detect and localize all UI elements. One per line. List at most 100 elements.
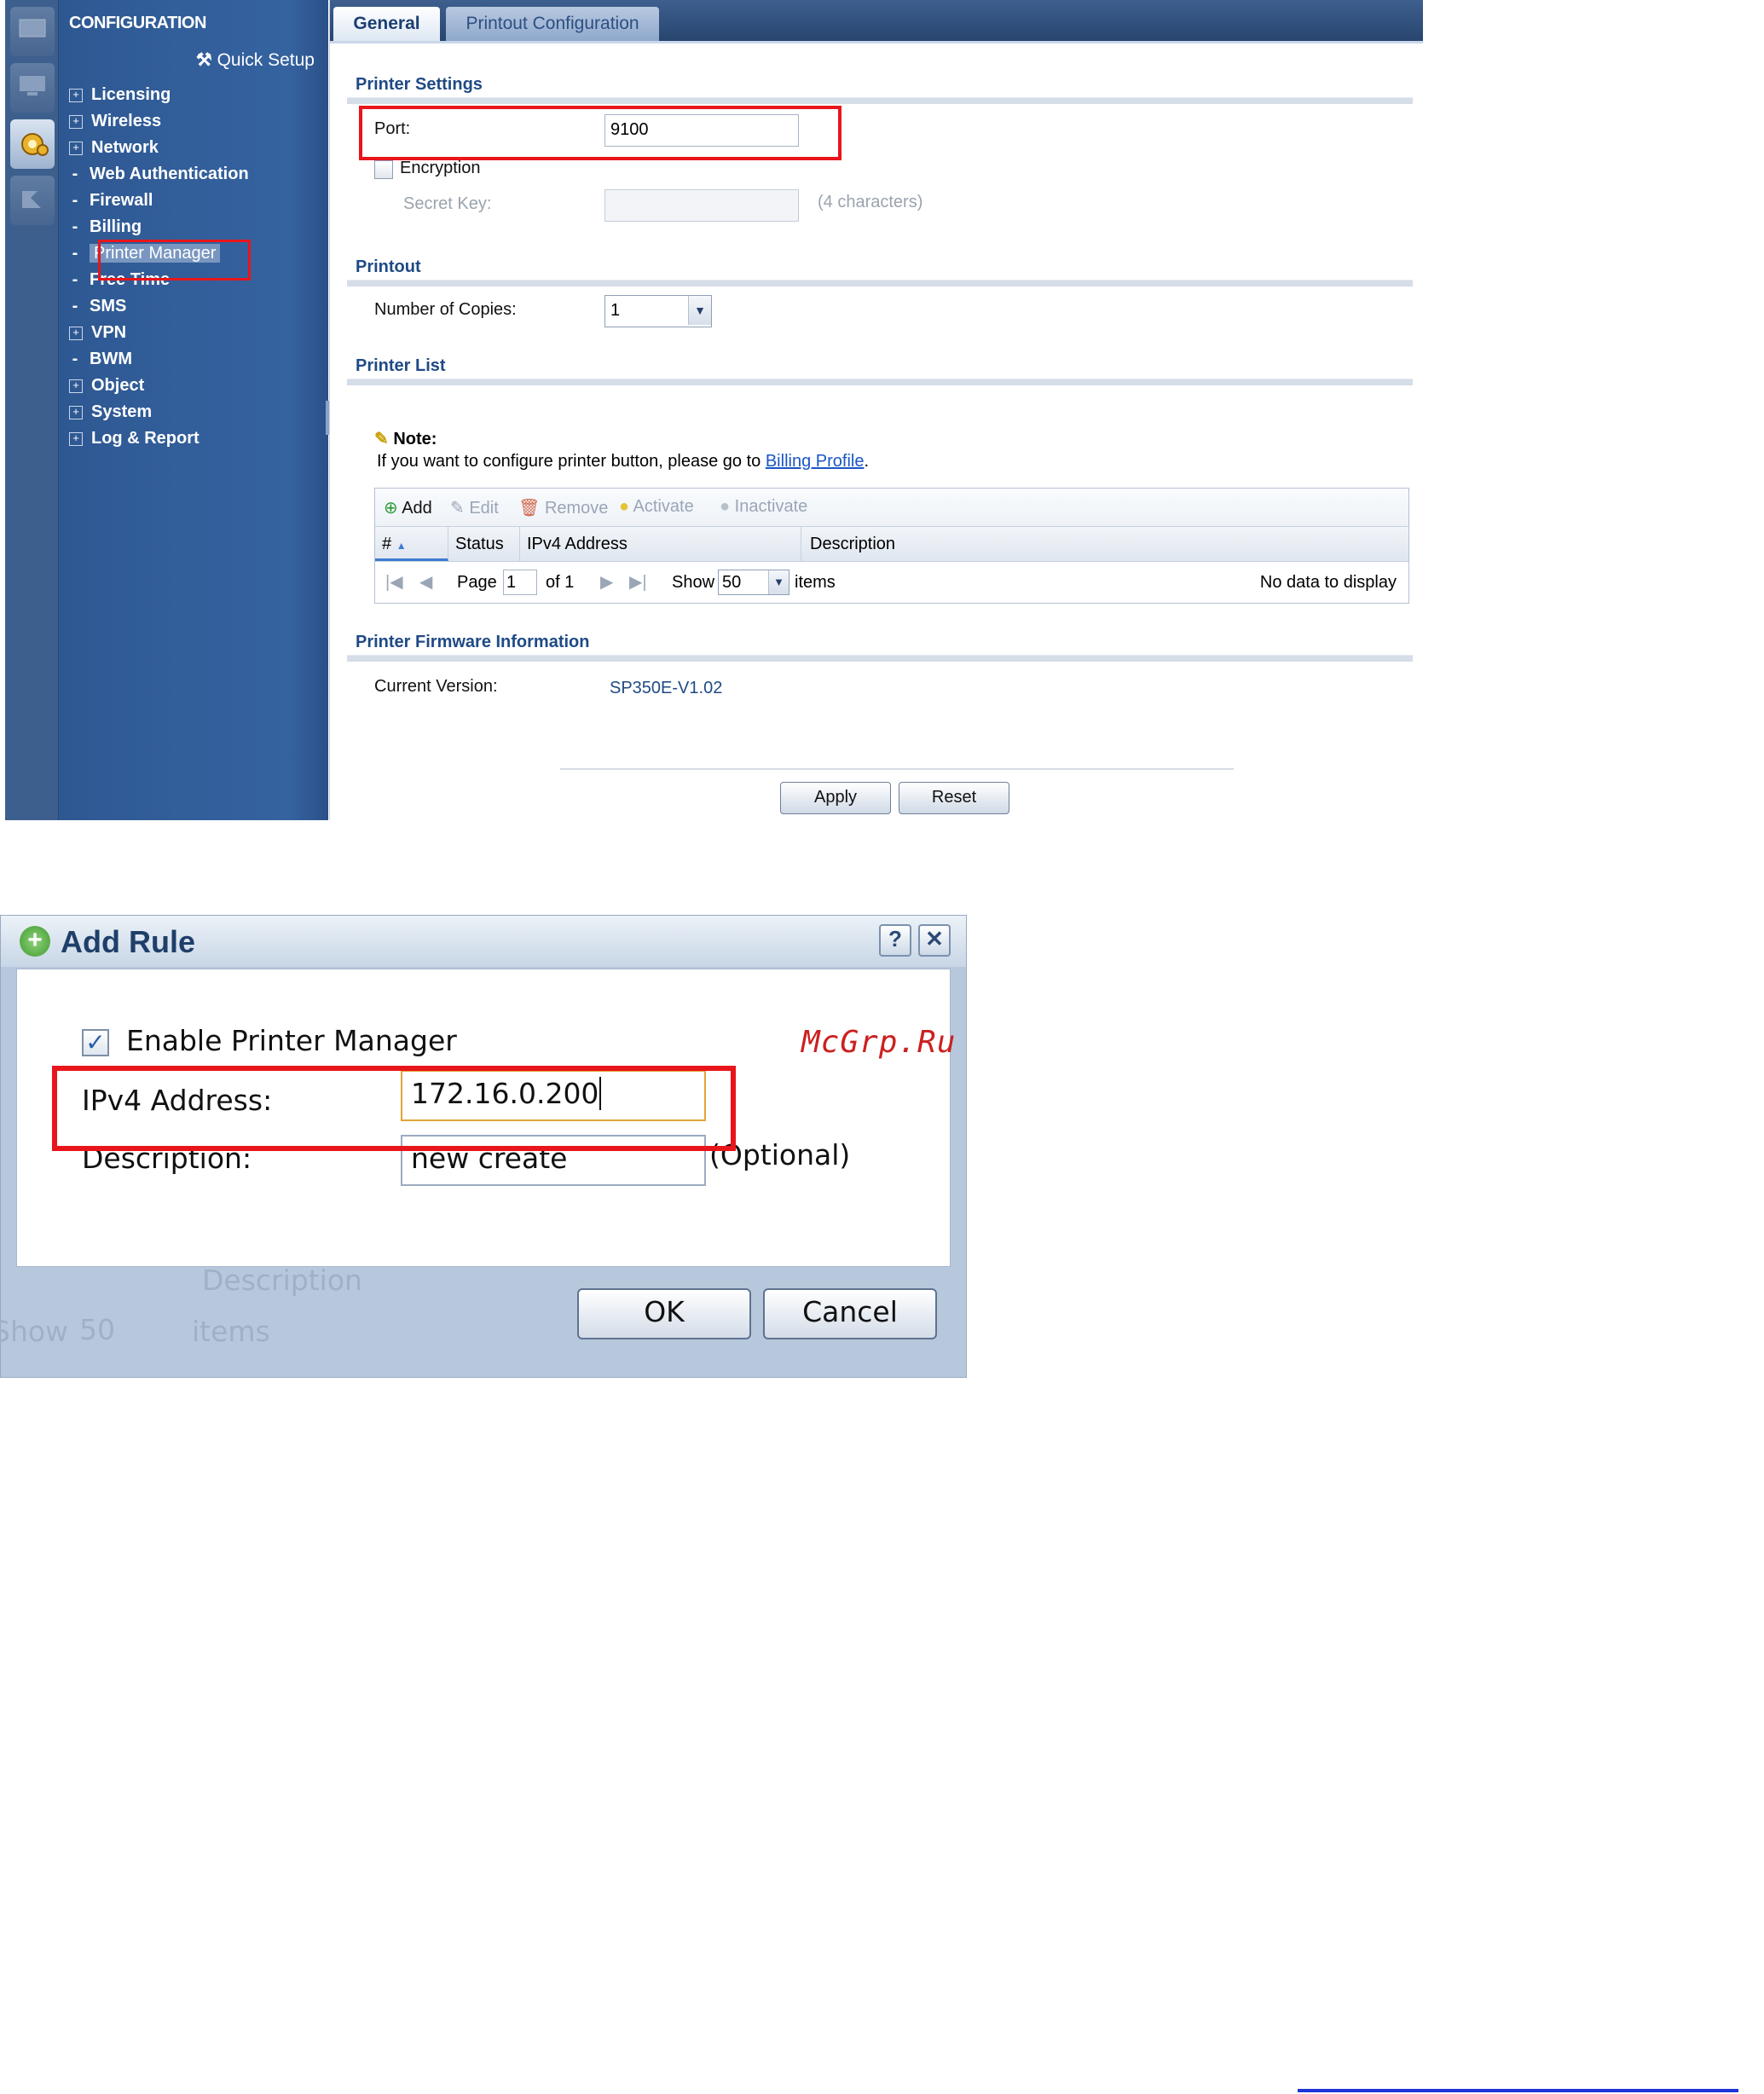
remove-label: Remove — [544, 499, 609, 518]
first-page-icon[interactable]: |◀ — [385, 562, 403, 603]
section-divider — [347, 655, 1413, 662]
configuration-screen: CONFIGURATION ⚒ Quick Setup + Licensing +… — [5, 0, 1423, 820]
apply-button[interactable]: Apply — [780, 782, 891, 814]
note-text: If you want to configure printer button,… — [377, 452, 869, 471]
dashboard-icon[interactable] — [10, 7, 55, 56]
expand-icon[interactable]: + — [69, 88, 83, 102]
activate-button[interactable]: ● Activate — [619, 497, 694, 517]
secret-key-label: Secret Key: — [403, 194, 492, 213]
dialog-header: + Add Rule ? ✕ — [1, 916, 966, 967]
add-button[interactable]: ⊕ Add — [384, 497, 432, 518]
enable-printer-manager-label: Enable Printer Manager — [126, 1024, 457, 1057]
ok-button[interactable]: OK — [577, 1288, 751, 1339]
enable-printer-manager-checkbox[interactable]: ✓ — [82, 1029, 109, 1056]
sidebar-item-firewall[interactable]: - Firewall — [69, 188, 153, 213]
edit-button[interactable]: ✎ Edit — [450, 497, 499, 518]
help-icon[interactable]: ? — [879, 924, 911, 957]
sidebar-item-log-report[interactable]: + Log & Report — [69, 425, 200, 451]
bullet-icon: - — [72, 191, 78, 210]
sidebar-item-label: Network — [91, 138, 159, 157]
billing-profile-link[interactable]: Billing Profile — [766, 452, 865, 471]
background-page-size-text: 50 — [79, 1313, 115, 1346]
background-description-text: Description — [202, 1264, 362, 1297]
sidebar-item-label: SMS — [90, 297, 127, 315]
add-label: Add — [402, 499, 432, 518]
expand-icon[interactable]: + — [69, 379, 83, 393]
next-page-icon[interactable]: ▶ — [600, 562, 613, 603]
sidebar-item-sms[interactable]: - SMS — [69, 293, 127, 319]
maintenance-icon[interactable] — [10, 176, 55, 225]
expand-icon[interactable]: + — [69, 431, 83, 446]
page-label: Page — [457, 573, 497, 592]
secret-key-input[interactable] — [604, 189, 799, 222]
section-title-firmware: Printer Firmware Information — [356, 633, 590, 651]
sidebar-item-bwm[interactable]: - BWM — [69, 346, 132, 372]
column-description[interactable]: Description — [801, 527, 1408, 561]
tab-printout-configuration[interactable]: Printout Configuration — [446, 7, 659, 41]
column-status[interactable]: Status — [448, 527, 520, 561]
tab-divider — [330, 41, 1423, 43]
close-icon[interactable]: ✕ — [918, 924, 951, 957]
section-title-printer-settings: Printer Settings — [356, 75, 483, 94]
sidebar-item-network[interactable]: + Network — [69, 135, 159, 160]
chevron-down-icon[interactable]: ▼ — [688, 296, 711, 325]
expand-icon[interactable]: + — [69, 114, 83, 129]
main-panel: General Printout Configuration Printer S… — [329, 0, 1423, 820]
sidebar-item-label: Log & Report — [91, 429, 200, 448]
actions-divider — [560, 768, 1234, 770]
remove-button[interactable]: 🗑 Remove — [518, 497, 608, 518]
sidebar-item-web-authentication[interactable]: - Web Authentication — [69, 161, 249, 187]
printer-manager-highlight-box — [98, 240, 251, 281]
last-page-icon[interactable]: ▶| — [629, 562, 647, 603]
sidebar-item-wireless[interactable]: + Wireless — [69, 108, 161, 134]
inactivate-button[interactable]: ● Inactivate — [720, 497, 807, 517]
previous-page-icon[interactable]: ◀ — [419, 562, 432, 603]
cancel-button[interactable]: Cancel — [763, 1288, 937, 1339]
background-show-text: Show — [0, 1315, 69, 1348]
section-divider — [347, 280, 1413, 286]
sidebar-item-label: Wireless — [91, 112, 162, 130]
sidebar-item-label: BWM — [90, 350, 132, 368]
sidebar-item-system[interactable]: + System — [69, 399, 152, 425]
empty-message: No data to display — [1259, 573, 1397, 592]
sidebar-item-licensing[interactable]: + Licensing — [69, 82, 171, 107]
column-ipv4-address[interactable]: IPv4 Address — [520, 527, 801, 561]
table-toolbar: ⊕ Add ✎ Edit 🗑 Remove ● Activate ● Inact… — [375, 489, 1408, 526]
expand-icon[interactable]: + — [69, 141, 83, 155]
quick-setup-link[interactable]: ⚒ Quick Setup — [196, 49, 315, 71]
secret-key-hint: (4 characters) — [818, 193, 923, 211]
note-end: . — [864, 452, 870, 471]
tab-bar: General Printout Configuration — [330, 0, 1423, 43]
encryption-checkbox[interactable] — [374, 160, 393, 179]
background-items-text: items — [192, 1315, 270, 1348]
copies-select[interactable]: 1 ▼ — [604, 295, 712, 327]
copies-label: Number of Copies: — [374, 300, 517, 319]
note-body: If you want to configure printer button,… — [377, 452, 766, 471]
page-number-input[interactable]: 1 — [503, 570, 537, 595]
sidebar-item-object[interactable]: + Object — [69, 373, 144, 398]
bullet-icon: - — [72, 165, 78, 183]
section-title-printout: Printout — [356, 257, 421, 276]
configuration-gear-icon[interactable] — [10, 119, 55, 169]
chevron-down-icon[interactable]: ▼ — [768, 570, 789, 594]
encryption-label: Encryption — [400, 159, 481, 177]
section-divider — [347, 379, 1413, 385]
sidebar-item-label: Object — [91, 376, 145, 395]
lightbulb-on-icon: ● — [619, 497, 630, 516]
column-number[interactable]: # ▲ — [375, 527, 448, 561]
expand-icon[interactable]: + — [69, 326, 83, 340]
sidebar-item-vpn[interactable]: + VPN — [69, 320, 126, 345]
bullet-icon: - — [72, 297, 78, 315]
page-size-select[interactable]: 50 ▼ — [718, 570, 789, 595]
lightbulb-off-icon: ● — [720, 497, 731, 516]
reset-button[interactable]: Reset — [899, 782, 1009, 814]
monitor-icon[interactable] — [10, 63, 55, 113]
tab-general[interactable]: General — [333, 7, 440, 41]
items-label: items — [795, 573, 836, 592]
page-size-value: 50 — [722, 573, 742, 592]
expand-icon[interactable]: + — [69, 405, 83, 419]
sidebar-item-label: Licensing — [91, 85, 171, 104]
sidebar-item-billing[interactable]: - Billing — [69, 214, 142, 240]
bullet-icon: - — [72, 270, 78, 289]
dialog-title: Add Rule — [61, 924, 195, 959]
